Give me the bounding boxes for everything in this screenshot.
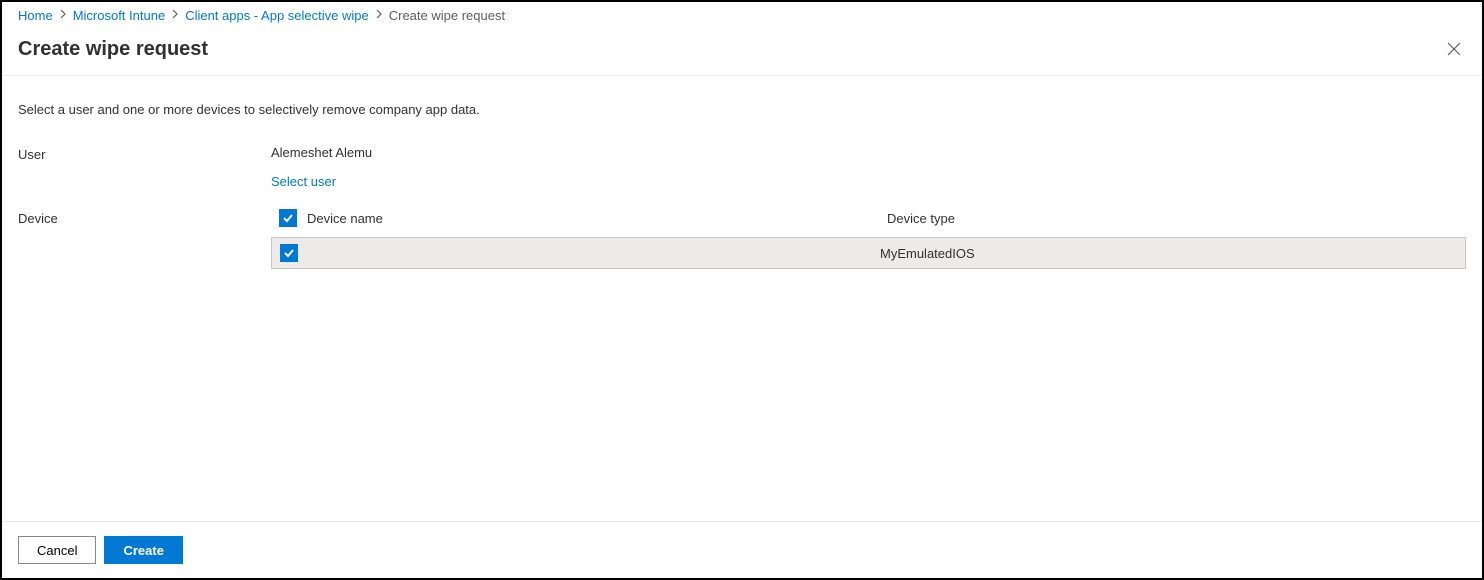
column-device-name[interactable]: Device name xyxy=(307,211,887,226)
breadcrumb: Home Microsoft Intune Client apps - App … xyxy=(2,2,1482,29)
breadcrumb-intune[interactable]: Microsoft Intune xyxy=(73,8,166,23)
breadcrumb-current: Create wipe request xyxy=(389,8,505,23)
column-device-type[interactable]: Device type xyxy=(887,211,1466,226)
row-checkbox[interactable] xyxy=(280,244,298,262)
row-device-type: MyEmulatedIOS xyxy=(880,246,1457,261)
intro-text: Select a user and one or more devices to… xyxy=(18,102,1466,117)
select-user-link[interactable]: Select user xyxy=(271,174,336,189)
page-header: Create wipe request xyxy=(2,29,1482,76)
chevron-right-icon xyxy=(59,10,67,21)
page-title: Create wipe request xyxy=(18,38,208,61)
chevron-right-icon xyxy=(375,10,383,21)
device-label: Device xyxy=(18,209,271,226)
checkmark-icon xyxy=(283,247,295,259)
breadcrumb-client-apps[interactable]: Client apps - App selective wipe xyxy=(185,8,369,23)
chevron-right-icon xyxy=(171,10,179,21)
close-icon xyxy=(1447,42,1461,56)
checkmark-icon xyxy=(282,212,294,224)
close-button[interactable] xyxy=(1442,37,1466,61)
table-row[interactable]: MyEmulatedIOS xyxy=(271,237,1466,269)
content-area: Select a user and one or more devices to… xyxy=(2,76,1482,521)
user-label: User xyxy=(18,145,271,162)
footer: Cancel Create xyxy=(2,521,1482,578)
create-button[interactable]: Create xyxy=(104,536,182,564)
user-row: User Alemeshet Alemu Select user xyxy=(18,145,1466,189)
cancel-button[interactable]: Cancel xyxy=(18,536,96,564)
select-all-checkbox[interactable] xyxy=(279,209,297,227)
device-table: Device name Device type MyEmulatedIOS xyxy=(271,209,1466,269)
breadcrumb-home[interactable]: Home xyxy=(18,8,53,23)
device-table-header: Device name Device type xyxy=(271,209,1466,237)
user-value: Alemeshet Alemu xyxy=(271,145,1466,160)
device-row: Device Device name Device type MyEmulate… xyxy=(18,209,1466,269)
